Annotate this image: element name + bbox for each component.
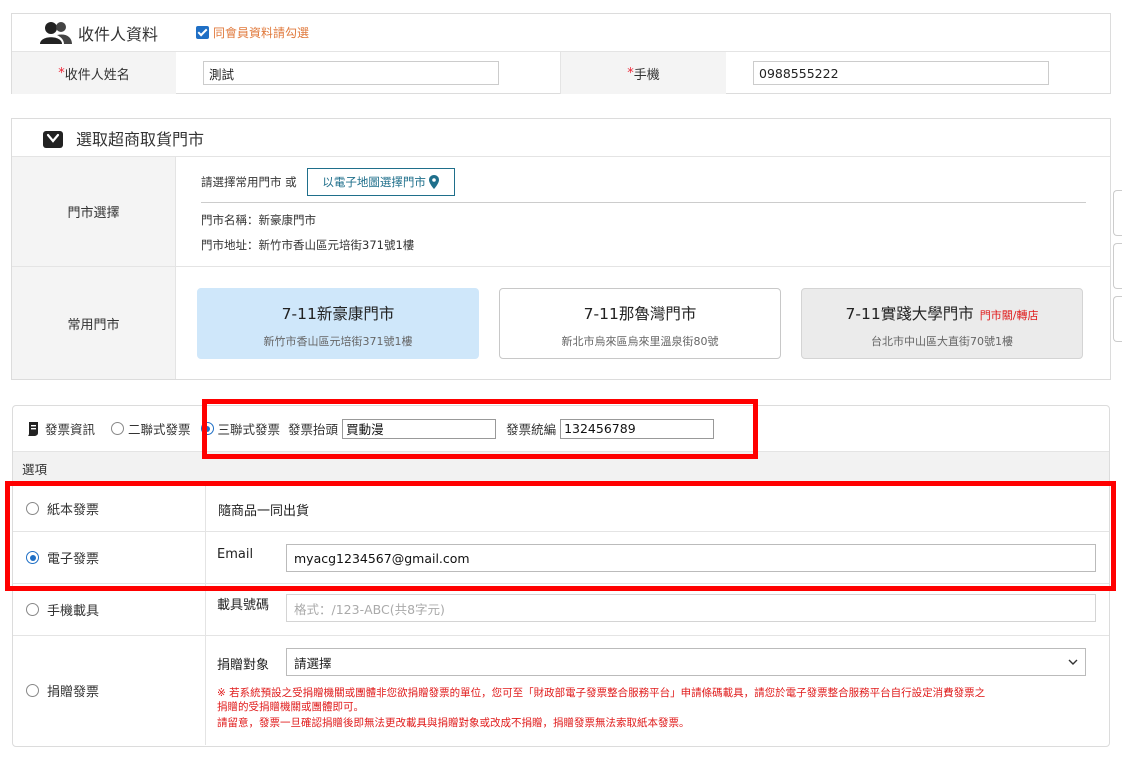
- options-bar: 選項: [13, 451, 1109, 484]
- recipient-title: 收件人資料: [78, 24, 159, 44]
- phone-label-text: 手機: [633, 67, 660, 83]
- recipient-name-label: * 收件人姓名: [12, 52, 176, 94]
- receipt-icon: [28, 421, 38, 436]
- tax-id-label: 發票統編: [506, 422, 557, 437]
- radio-icon[interactable]: [26, 684, 39, 697]
- donate-invoice-label: 捐贈發票: [47, 685, 100, 700]
- donate-invoice-content: 捐贈對象 請選擇 ※ 若系統預設之受捐贈機關或團體非您欲捐贈發票的單位，您可至「…: [206, 636, 1109, 745]
- invoice-section: 發票資訊 二聯式發票 三聯式發票 發票抬頭 買動漫 發票統編 132456789…: [12, 405, 1110, 747]
- store-card-name: 7-11新豪康門市: [281, 305, 395, 323]
- mobile-carrier-row: 手機載具 載具號碼 格式：/123-ABC(共8字元): [13, 583, 1109, 635]
- tax-id-input[interactable]: 132456789: [560, 418, 715, 439]
- store-card-address: 新竹市香山區元培街371號1樓: [263, 335, 413, 348]
- store-card-name-row: 7-11實踐大學門市 門市關/轉店: [802, 302, 1082, 324]
- radio-selected-icon[interactable]: [26, 551, 39, 564]
- paper-invoice-desc: 隨商品一同出貨: [218, 504, 310, 519]
- frequent-store-content: 7-11新豪康門市 新竹市香山區元培街371號1樓 7-11那魯灣門市 新北市烏…: [176, 267, 1110, 379]
- store-card-address: 台北市中山區大直街70號1樓: [871, 335, 1013, 348]
- side-tab[interactable]: [1113, 296, 1122, 342]
- side-tab[interactable]: [1113, 190, 1122, 236]
- phone-cell: 0988555222: [726, 52, 1110, 94]
- recipient-header: 收件人資料 同會員資料請勾選: [12, 14, 1110, 52]
- paper-invoice-option[interactable]: 紙本發票: [13, 485, 206, 531]
- users-icon: [40, 21, 72, 44]
- store-pick-row: 門市選擇 請選擇常用門市 或 以電子地圖選擇門市 門市名稱：新豪康門市 門市地址…: [12, 157, 1110, 267]
- frequent-store-row: 常用門市 7-11新豪康門市 新竹市香山區元培街371號1樓 7-11那魯灣門市…: [12, 267, 1110, 379]
- electronic-invoice-option[interactable]: 電子發票: [13, 532, 206, 583]
- checkbox-checked-icon[interactable]: [196, 26, 210, 39]
- donate-invoice-row: 捐贈發票 捐贈對象 請選擇 ※ 若系統預設之受捐贈機關或團體非您欲捐贈發票的單位…: [13, 635, 1109, 745]
- map-select-label: 以電子地圖選擇門市: [322, 175, 426, 189]
- store-card-naluwan[interactable]: 7-11那魯灣門市 新北市烏來區烏來里溫泉街80號: [499, 288, 781, 359]
- store-card-xinhaokang[interactable]: 7-11新豪康門市 新竹市香山區元培街371號1樓: [197, 288, 479, 359]
- store-card-shijian[interactable]: 7-11實踐大學門市 門市關/轉店 台北市中山區大直街70號1樓: [801, 288, 1083, 359]
- radio-icon[interactable]: [111, 422, 125, 435]
- donate-invoice-option[interactable]: 捐贈發票: [13, 636, 206, 745]
- store-card-name: 7-11那魯灣門市: [583, 305, 697, 323]
- store-header: 選取超商取貨門市: [12, 119, 1110, 157]
- radio-icon[interactable]: [26, 501, 39, 515]
- invoice-header-input[interactable]: 買動漫: [342, 418, 497, 439]
- divider: [201, 202, 1086, 203]
- donation-target-label: 捐贈對象: [217, 658, 270, 673]
- electronic-invoice-row: 電子發票 Email myacg1234567@gmail.com: [13, 531, 1109, 583]
- invoice-title: 發票資訊: [45, 422, 96, 437]
- electronic-invoice-label: 電子發票: [47, 552, 100, 567]
- chevron-down-icon: [1068, 659, 1078, 665]
- donation-target-select[interactable]: 請選擇: [286, 648, 1086, 676]
- store-pick-content: 請選擇常用門市 或 以電子地圖選擇門市 門市名稱：新豪康門市 門市地址：新竹市香…: [176, 157, 1110, 266]
- store-section: 選取超商取貨門市 門市選擇 請選擇常用門市 或 以電子地圖選擇門市 門市名稱：新…: [11, 118, 1111, 380]
- two-copy-invoice-label: 二聯式發票: [128, 422, 191, 437]
- radio-icon[interactable]: [26, 603, 39, 616]
- invoice-header: 發票資訊 二聯式發票 三聯式發票 發票抬頭 買動漫 發票統編 132456789: [13, 406, 1109, 451]
- shopping-bag-icon: [43, 130, 63, 148]
- store-pick-label: 門市選擇: [12, 157, 176, 266]
- invoice-header-label: 發票抬頭: [288, 422, 339, 437]
- mobile-carrier-option[interactable]: 手機載具: [13, 584, 206, 635]
- store-pick-line: 請選擇常用門市 或 以電子地圖選擇門市: [201, 168, 455, 196]
- store-address-info: 門市地址：新竹市香山區元培街371號1樓: [201, 238, 415, 252]
- map-pin-icon: [428, 175, 439, 189]
- email-label: Email: [217, 547, 254, 562]
- map-select-button[interactable]: 以電子地圖選擇門市: [306, 168, 455, 196]
- side-tab[interactable]: [1113, 243, 1122, 289]
- store-pick-hint: 請選擇常用門市 或: [201, 175, 297, 189]
- store-name-info: 門市名稱：新豪康門市: [201, 213, 316, 227]
- carrier-number-input[interactable]: 格式：/123-ABC(共8字元): [286, 594, 1096, 622]
- mobile-carrier-label: 手機載具: [47, 604, 100, 619]
- three-copy-invoice-label: 三聯式發票: [217, 422, 281, 437]
- electronic-invoice-content: Email myacg1234567@gmail.com: [206, 532, 1109, 583]
- same-as-member-label: 同會員資料請勾選: [213, 26, 310, 40]
- store-closed-tag: 門市關/轉店: [979, 309, 1039, 322]
- store-title: 選取超商取貨門市: [76, 129, 205, 149]
- email-input[interactable]: myacg1234567@gmail.com: [286, 544, 1096, 572]
- recipient-name-cell: 測試: [176, 52, 561, 94]
- paper-invoice-row: 紙本發票 隨商品一同出貨: [13, 484, 1109, 531]
- store-card-name: 7-11實踐大學門市: [845, 305, 974, 323]
- store-card-address: 新北市烏來區烏來里溫泉街80號: [561, 335, 719, 348]
- mobile-carrier-content: 載具號碼 格式：/123-ABC(共8字元): [206, 584, 1109, 635]
- recipient-name-label-text: 收件人姓名: [64, 67, 130, 83]
- recipient-row: * 收件人姓名 測試 * 手機 0988555222: [12, 52, 1110, 94]
- paper-invoice-label: 紙本發票: [47, 502, 100, 518]
- paper-invoice-content: 隨商品一同出貨: [206, 485, 1109, 531]
- three-copy-invoice-option[interactable]: 三聯式發票: [200, 419, 281, 438]
- radio-selected-icon[interactable]: [200, 422, 214, 435]
- recipient-section: 收件人資料 同會員資料請勾選 * 收件人姓名 測試 * 手機 0988555222: [11, 13, 1111, 94]
- two-copy-invoice-option[interactable]: 二聯式發票: [111, 419, 191, 438]
- phone-label: * 手機: [561, 52, 726, 94]
- frequent-store-label: 常用門市: [12, 267, 176, 379]
- donation-note-1a: ※ 若系統預設之受捐贈機關或團體非您欲捐贈發票的單位，您可至「財政部電子發票整合…: [217, 687, 986, 699]
- donation-note-1b: 捐贈的受捐贈機關或團體即可。: [217, 701, 364, 713]
- recipient-name-input[interactable]: 測試: [203, 61, 499, 85]
- donation-note-2: 請留意，發票一旦確認捐贈後即無法更改載具與捐贈對象或改成不捐贈，捐贈發票無法索取…: [217, 717, 690, 729]
- phone-input[interactable]: 0988555222: [753, 61, 1049, 85]
- same-as-member-checkbox[interactable]: 同會員資料請勾選: [196, 24, 309, 41]
- carrier-number-label: 載具號碼: [217, 598, 270, 613]
- donation-target-value: 請選擇: [294, 655, 332, 671]
